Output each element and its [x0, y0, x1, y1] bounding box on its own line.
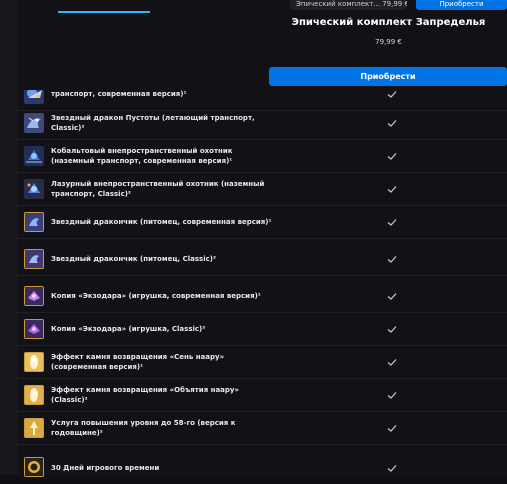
list-item: Копия «Экзодара» (игрушка, Classic)²: [18, 313, 507, 346]
check-icon: [387, 392, 397, 399]
left-sidebar-strip: [0, 0, 18, 475]
hearthstone-effect-icon: [24, 352, 44, 372]
bundle-price: 79,99 €: [375, 38, 402, 46]
check-icon: [387, 186, 397, 193]
check-icon: [387, 120, 397, 127]
list-item: Кобальтовый внепространственный охотник …: [18, 140, 507, 173]
list-item: Эффект камня возвращения «Сень наару» (с…: [18, 346, 507, 379]
top-bundle-summary[interactable]: Эпический комплект... 79,99 €: [290, 0, 407, 10]
top-buy-button[interactable]: Приобрести: [416, 0, 507, 10]
check-icon: [387, 326, 397, 333]
list-item: Звездный дракончик (питомец, современная…: [18, 206, 507, 239]
hunter-icon: [24, 146, 44, 166]
check-icon: [387, 153, 397, 160]
item-name: 30 Дней игрового времени: [51, 463, 160, 472]
list-item: Лазурный внепространственный охотник (на…: [18, 173, 507, 206]
item-name: Копия «Экзодара» (игрушка, Classic)²: [51, 325, 206, 333]
check-icon: [387, 425, 397, 432]
list-item: Звездный дракончик (питомец, Classic)²: [18, 243, 507, 276]
pet-dragon-icon: [24, 212, 44, 232]
item-name: транспорт, современная версия)¹: [51, 90, 187, 98]
item-name: Звездный дракончик (питомец, современная…: [51, 218, 272, 226]
item-name: Эффект камня возвращения «Объятия наару»…: [51, 386, 240, 404]
list-item: Звездный дракон Пустоты (летающий трансп…: [18, 107, 507, 140]
hunter-icon: [24, 179, 44, 199]
check-icon: [387, 256, 397, 263]
list-item: Копия «Экзодара» (игрушка, современная в…: [18, 280, 507, 313]
pet-dragon-icon: [24, 249, 44, 269]
exodar-toy-icon: [24, 319, 44, 339]
list-item: 30 Дней игрового времени: [18, 451, 507, 484]
level-boost-icon: [24, 418, 44, 438]
active-tab-indicator: [58, 11, 150, 13]
check-icon: [387, 359, 397, 366]
exodar-toy-icon: [24, 286, 44, 306]
item-name: Звездный дракон Пустоты (летающий трансп…: [51, 114, 255, 132]
list-item: Услуга повышения уровня до 58-го (версия…: [18, 412, 507, 445]
check-icon: [387, 464, 397, 472]
buy-button[interactable]: Приобрести: [269, 67, 507, 86]
game-time-icon: [24, 457, 44, 477]
bundle-header: Эпический комплект... 79,99 € Приобрести…: [18, 0, 507, 90]
item-name: Кобальтовый внепространственный охотник …: [51, 147, 233, 165]
bundle-title: Эпический комплект Запределья: [291, 17, 486, 28]
item-name: Эффект камня возвращения «Сень наару» (с…: [51, 353, 225, 371]
item-name: Звездный дракончик (питомец, Classic)²: [51, 255, 217, 263]
item-name: Лазурный внепространственный охотник (на…: [51, 180, 265, 198]
hearthstone-effect-icon: [24, 385, 44, 405]
item-name: Услуга повышения уровня до 58-го (версия…: [51, 419, 236, 437]
list-item: Эффект камня возвращения «Объятия наару»…: [18, 379, 507, 412]
item-name: Копия «Экзодара» (игрушка, современная в…: [51, 292, 261, 300]
check-icon: [387, 219, 397, 226]
check-icon: [387, 293, 397, 300]
dragon-icon: [24, 113, 44, 133]
